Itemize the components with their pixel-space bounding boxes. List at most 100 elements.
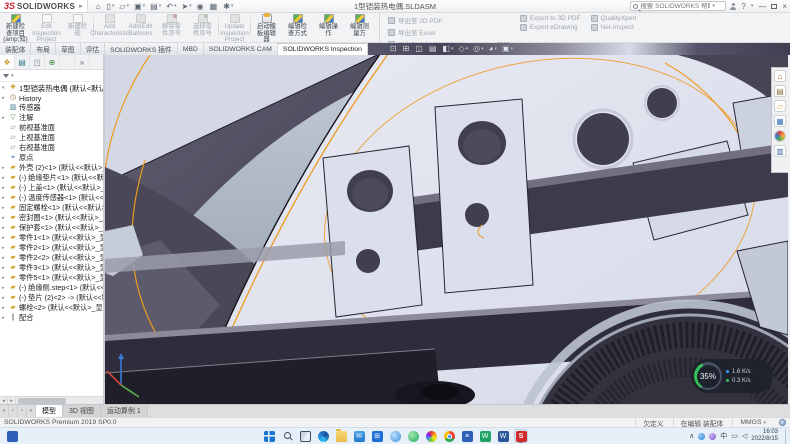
featuremanager-tab[interactable]: » xyxy=(75,55,90,69)
tree-node[interactable]: ▸ ▰ (-) 上盖<1> (默认<<默认>_显示状态 xyxy=(0,183,103,193)
tab-nav-button[interactable]: ‹ xyxy=(9,405,18,417)
taskbar-app-button[interactable]: ✉ xyxy=(352,429,366,443)
model-terminal-block-2[interactable] xyxy=(435,99,533,293)
expander-icon[interactable]: ▸ xyxy=(2,275,7,281)
tree-horizontal-scrollbar[interactable]: ◂ ▸ xyxy=(0,396,103,404)
status-item[interactable]: MMGS▾ xyxy=(732,419,773,426)
solidworks-logo[interactable]: 3S SOLIDWORKS ▸ xyxy=(0,0,88,12)
tree-node[interactable]: ▱ 前视基准面 xyxy=(0,123,103,133)
tree-node[interactable]: ▥ 传感器 xyxy=(0,103,103,113)
volume-icon[interactable]: ◁ xyxy=(742,432,747,440)
ribbon-button[interactable]: 移除零 件序号 xyxy=(156,13,187,42)
tree-node[interactable]: ▱ 右视基准面 xyxy=(0,143,103,153)
menu-expand-icon[interactable]: ▸ xyxy=(79,2,83,10)
tree-node[interactable]: ▸ ▰ 固定螺栓<1> (默认<<默认>_显示状 xyxy=(0,203,103,213)
tree-node[interactable]: ⌖ 原点 xyxy=(0,153,103,163)
ribbon-button[interactable]: Add/Edit Balloons xyxy=(125,13,156,42)
ribbon-button[interactable]: 编辑操 作 xyxy=(313,13,344,42)
quick-access-button[interactable]: ▯▾ xyxy=(104,1,116,12)
expander-icon[interactable]: ▸ xyxy=(2,225,7,231)
taskbar-app-button[interactable]: ⊞ xyxy=(370,429,384,443)
heads-up-icon[interactable]: ▣▾ xyxy=(502,44,513,54)
help-caret-icon[interactable]: ▾ xyxy=(751,3,754,9)
expander-icon[interactable]: ▸ xyxy=(2,95,7,101)
heads-up-icon[interactable]: ◕▾ xyxy=(489,44,497,54)
quick-access-button[interactable]: ▱▾ xyxy=(117,1,131,12)
tree-node[interactable]: ▸ ▰ 外壳 (2)<1> (默认<<默认>_显示状态 xyxy=(0,163,103,173)
task-pane-icon[interactable]: ▥ xyxy=(774,145,786,157)
ribbon-button[interactable]: 编辑测 量方 xyxy=(344,13,375,42)
export-menu-item[interactable]: 导出至 2D PDF xyxy=(388,15,510,25)
search-caret-icon[interactable]: ▾ xyxy=(712,3,715,9)
clock[interactable]: 16:03 2022/8/15 xyxy=(751,429,778,443)
close-button[interactable]: × xyxy=(782,2,787,11)
ribbon-button[interactable]: 新建检 查项目 (amp;知) xyxy=(0,13,31,42)
search-input[interactable] xyxy=(640,3,710,10)
commandmanager-tab[interactable]: SOLIDWORKS CAM xyxy=(204,43,278,55)
export-menu-item[interactable]: Net-Inspect xyxy=(591,24,637,31)
filter-icon[interactable] xyxy=(3,74,9,78)
quick-access-button[interactable]: ▤▾ xyxy=(148,1,163,12)
heads-up-icon[interactable]: ◫ xyxy=(415,44,424,54)
commandmanager-tab[interactable]: 布局 xyxy=(31,43,56,55)
tree-node[interactable]: ▸ ▰ 保护套<1> (默认<<默认>_显示状态 xyxy=(0,223,103,233)
expander-icon[interactable]: ▸ xyxy=(2,295,7,301)
pinned-doc-icon[interactable] xyxy=(5,429,19,443)
tree-node[interactable]: ▸ ▰ 密封圈<1> (默认<<默认>_显示状态 xyxy=(0,213,103,223)
taskbar-app-button[interactable]: W xyxy=(478,429,492,443)
scrollbar-thumb[interactable] xyxy=(18,398,66,404)
featuremanager-tab[interactable]: ◳ xyxy=(30,55,45,69)
heads-up-icon[interactable]: ◎▾ xyxy=(473,44,484,54)
taskbar-app-button[interactable]: W xyxy=(496,429,510,443)
tray-expand-icon[interactable]: ∧ xyxy=(689,432,694,440)
export-menu-item[interactable]: Export to 3D PDF xyxy=(520,15,581,22)
quick-access-button[interactable]: ▦ xyxy=(208,1,221,12)
task-pane-icon[interactable]: ▤ xyxy=(774,85,786,97)
model-terminal-block-1[interactable] xyxy=(323,146,422,317)
tree-node[interactable]: ▸ ▰ (-) 垫片 (2)<2> -> (默认<<默认>_ xyxy=(0,293,103,303)
taskbar-app-button[interactable] xyxy=(406,429,420,443)
tree-node[interactable]: ▸ ▰ 零件5<1> (默认<<默认>_显示状态 xyxy=(0,273,103,283)
ribbon-button[interactable]: 启动模 板编辑 器 xyxy=(251,13,282,42)
commandmanager-tab[interactable]: SOLIDWORKS Inspection xyxy=(278,43,368,55)
quick-access-button[interactable]: ⌂ xyxy=(94,1,104,12)
expander-icon[interactable]: ▸ xyxy=(2,285,7,291)
heads-up-icon[interactable]: ⊞ xyxy=(403,44,411,54)
expander-icon[interactable]: ▸ xyxy=(2,115,7,121)
taskbar-app-button[interactable]: ≡ xyxy=(460,429,474,443)
featuremanager-tab[interactable]: ⊕ xyxy=(45,55,60,69)
restore-button[interactable] xyxy=(771,4,777,9)
featuremanager-tab[interactable] xyxy=(60,55,75,69)
expander-icon[interactable]: ▸ xyxy=(2,175,7,181)
status-item[interactable]: 在编辑 装配体 xyxy=(673,418,733,428)
tab-nav-button[interactable]: › xyxy=(18,405,27,417)
document-tab[interactable]: 运动算例 1 xyxy=(101,405,148,417)
filter-caret-icon[interactable]: ▾ xyxy=(11,73,14,79)
task-pane-icon[interactable] xyxy=(774,130,786,142)
featuremanager-tab[interactable]: ▤ xyxy=(15,55,30,69)
taskbar-app-button[interactable] xyxy=(316,429,330,443)
tree-node[interactable]: ▸ ▰ (-) 温度传感器<1> (默认<<默认>_显 xyxy=(0,193,103,203)
heads-up-icon[interactable]: ▤ xyxy=(429,44,438,54)
tree-node[interactable]: ▸ ▰ 螺栓<2> (默认<<默认>_显示状态 xyxy=(0,303,103,313)
tree-node[interactable]: ▸ ▰ (-) 绝缘垫片<1> (默认<<默认>_显示 xyxy=(0,173,103,183)
export-menu-item[interactable]: 导出至 Excel xyxy=(388,27,510,37)
commandmanager-tab[interactable]: MBD xyxy=(178,43,204,55)
quick-access-button[interactable]: ➤▾ xyxy=(179,1,193,12)
quick-access-button[interactable]: ◉ xyxy=(195,1,207,12)
expander-icon[interactable]: ▸ xyxy=(2,255,7,261)
tree-node[interactable]: ▸ ▽ 注解 xyxy=(0,113,103,123)
quick-access-button[interactable]: ↶▾ xyxy=(164,1,178,12)
heads-up-icon[interactable]: ◧▾ xyxy=(442,44,453,54)
task-pane-icon[interactable]: ⌂ xyxy=(774,70,786,82)
touch-keyboard-icon[interactable]: ▭ xyxy=(731,432,738,440)
login-icon[interactable] xyxy=(730,3,736,9)
expander-icon[interactable]: ▸ xyxy=(2,235,7,241)
taskbar-app-button[interactable] xyxy=(388,429,402,443)
featuremanager-tab[interactable]: ❖ xyxy=(0,55,15,69)
task-pane-icon[interactable]: ▱ xyxy=(774,100,786,112)
ribbon-button[interactable]: Add Characteristic xyxy=(94,13,125,42)
expander-icon[interactable]: ▸ xyxy=(2,265,7,271)
expander-icon[interactable]: ▸ xyxy=(2,205,7,211)
taskbar-app-button[interactable] xyxy=(262,429,276,443)
